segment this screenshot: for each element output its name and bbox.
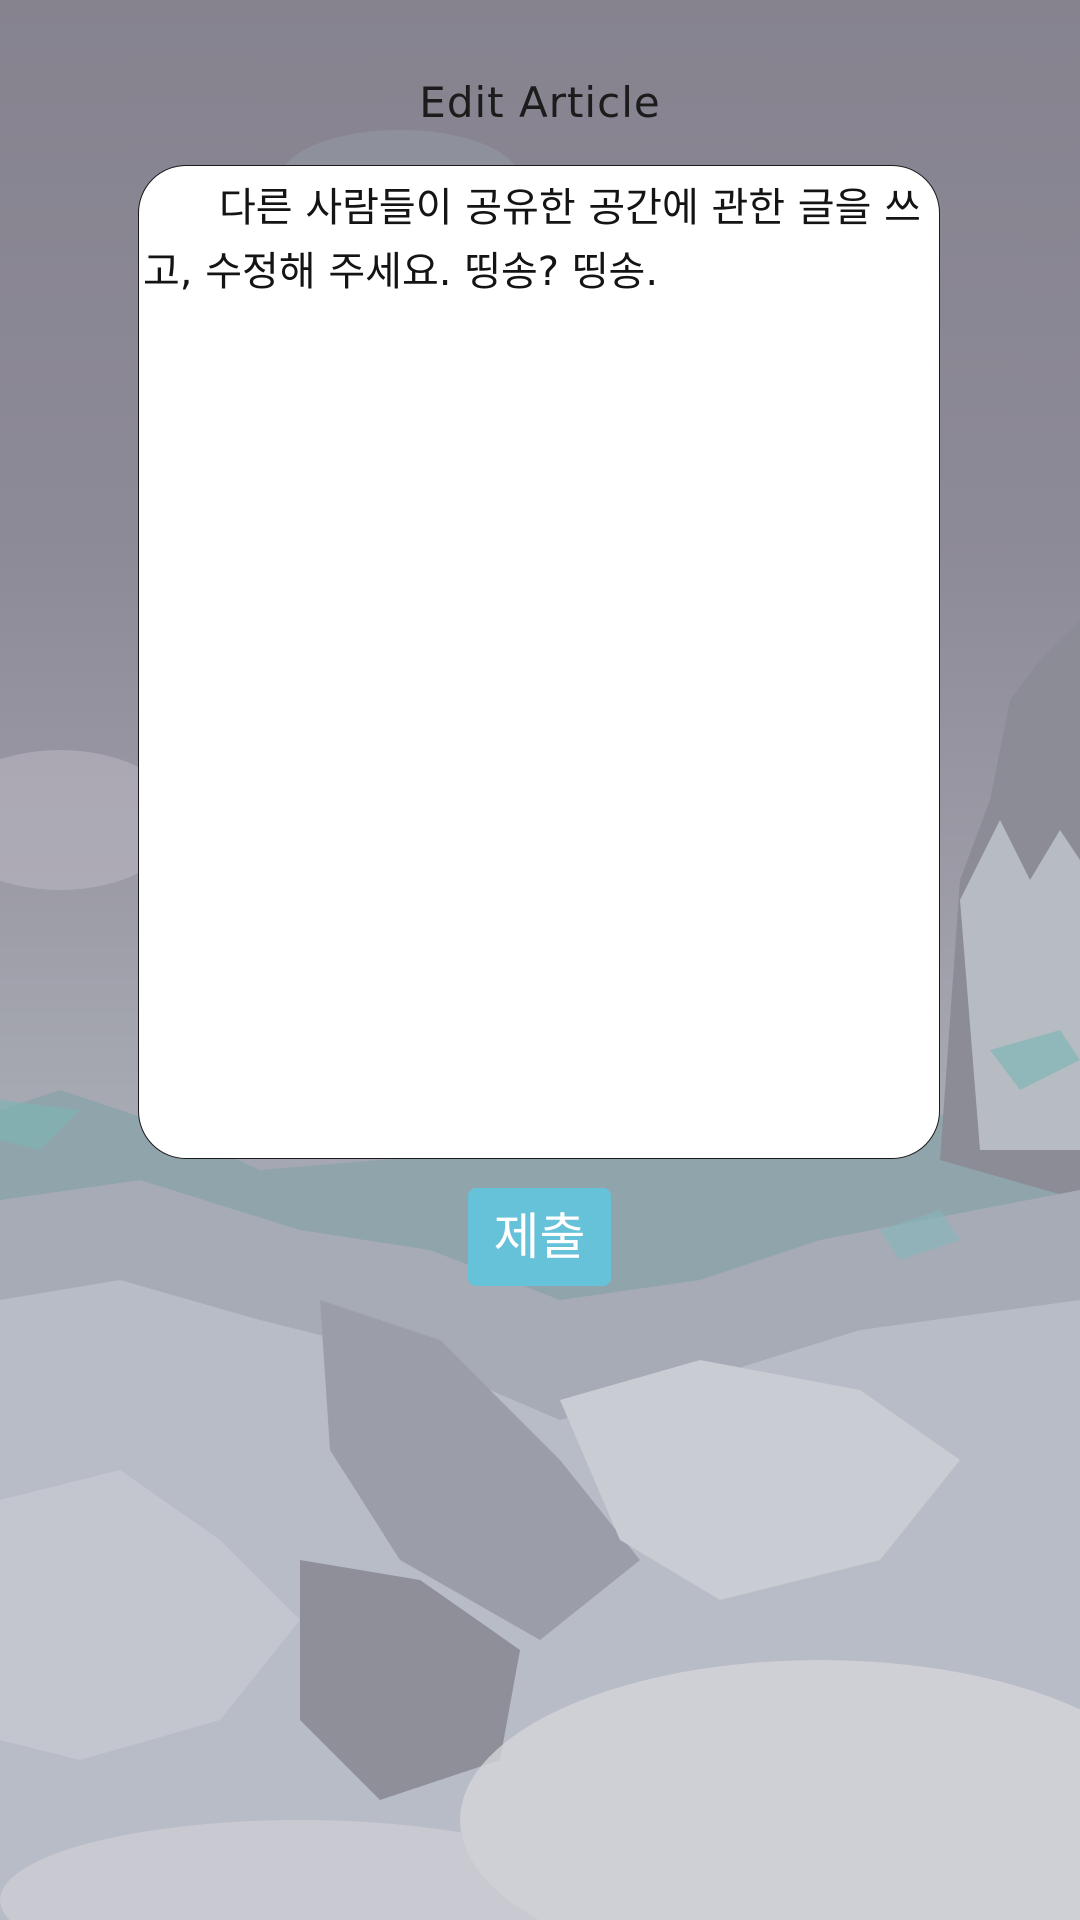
article-editor[interactable]: 다른 사람들이 공유한 공간에 관한 글을 쓰고, 수정해 주세요. 띵송? 띵… — [138, 165, 940, 1159]
article-editor-text[interactable]: 다른 사람들이 공유한 공간에 관한 글을 쓰고, 수정해 주세요. 띵송? 띵… — [143, 176, 939, 304]
submit-button[interactable]: 제출 — [468, 1188, 611, 1286]
page-title: Edit Article — [419, 78, 661, 127]
